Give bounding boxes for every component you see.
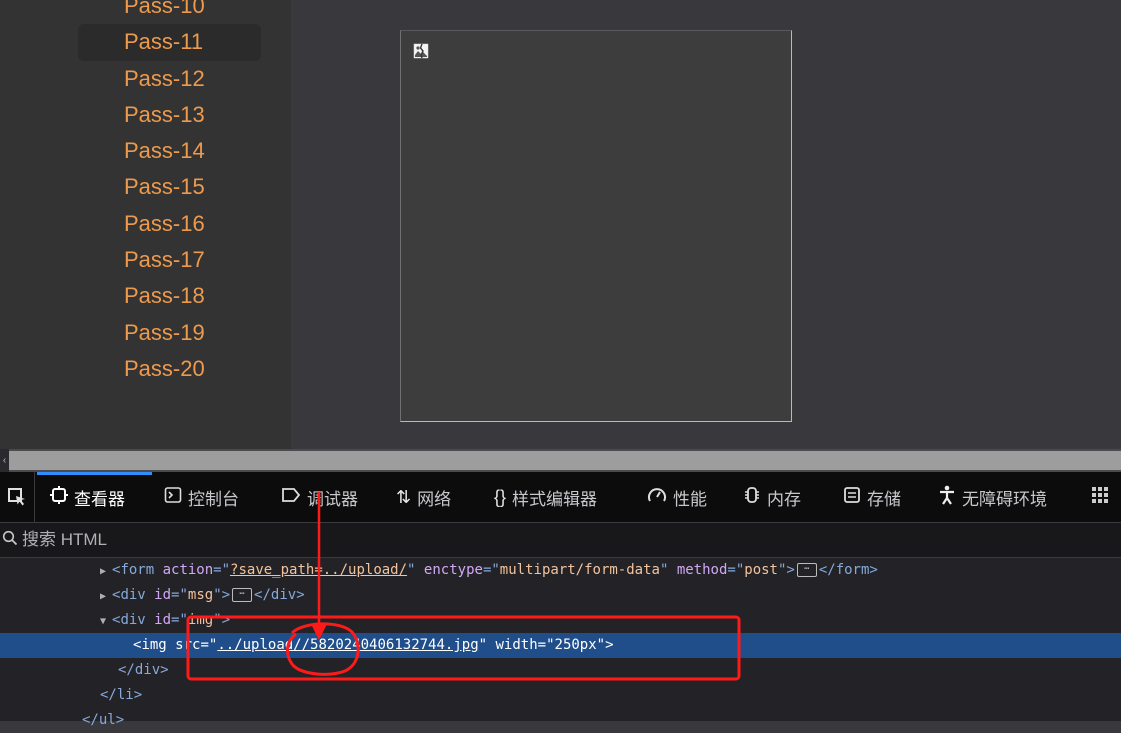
attr-value: post <box>744 562 778 578</box>
uploaded-image-frame <box>400 30 792 422</box>
grid-menu-icon <box>1090 485 1110 510</box>
horizontal-scrollbar[interactable]: ‹ <box>0 449 1121 472</box>
nav-item-pass-15[interactable]: Pass-15 <box>78 169 261 205</box>
markup-tree: ▶ <form action="?save_path=../upload/" en… <box>0 558 1121 728</box>
devtools-panel: 查看器 控制台 调试器 ⇅ 网络 {} 样式编辑器 性能 内存 存储 无障碍环境… <box>0 472 1121 728</box>
performance-icon <box>647 486 667 509</box>
attr-value: multipart/form-data <box>499 562 660 578</box>
nav-item-pass-20[interactable]: Pass-20 <box>78 351 261 387</box>
closing-tag: </li> <box>100 687 143 703</box>
broken-image-icon <box>413 43 429 59</box>
closing-tag: </div> <box>118 662 169 678</box>
tab-style-editor[interactable]: {} 样式编辑器 <box>494 472 597 522</box>
style-editor-icon: {} <box>494 486 507 507</box>
tab-label: 性能 <box>673 489 707 509</box>
memory-icon <box>743 486 761 509</box>
tab-label: 内存 <box>767 489 801 509</box>
attr-value: 250px <box>554 637 597 653</box>
tab-performance[interactable]: 性能 <box>647 472 707 522</box>
nav-item-pass-12[interactable]: Pass-12 <box>78 61 261 97</box>
tab-accessibility[interactable]: 无障碍环境 <box>938 472 1047 522</box>
tag-name: form <box>120 562 155 578</box>
nav-item-pass-11[interactable]: Pass-11 <box>78 24 261 61</box>
console-icon <box>164 486 182 509</box>
devtools-toolbar: 查看器 控制台 调试器 ⇅ 网络 {} 样式编辑器 性能 内存 存储 无障碍环境 <box>0 472 1121 523</box>
tab-storage[interactable]: 存储 <box>843 472 901 522</box>
tab-console[interactable]: 控制台 <box>164 472 239 522</box>
collapsed-content-icon[interactable]: ⋯ <box>232 588 253 602</box>
attr-value-link[interactable]: ?save_path=../upload/ <box>230 562 407 578</box>
tab-debugger[interactable]: 调试器 <box>281 472 358 522</box>
nav-item-pass-13[interactable]: Pass-13 <box>78 97 261 133</box>
nav-item-pass-19[interactable]: Pass-19 <box>78 315 261 351</box>
accessibility-icon <box>938 485 956 510</box>
nav-item-pass-10[interactable]: Pass-10 <box>78 0 261 24</box>
attr-value: img <box>187 612 214 628</box>
attr-name: method <box>676 562 728 578</box>
tab-label: 无障碍环境 <box>962 489 1047 509</box>
element-picker-button[interactable] <box>0 472 35 522</box>
expand-arrow-icon[interactable]: ▶ <box>100 584 112 609</box>
markup-node-form[interactable]: ▶ <form action="?save_path=../upload/" en… <box>0 558 1121 583</box>
closing-tag: </ul> <box>82 712 125 728</box>
search-html-input[interactable] <box>22 530 422 550</box>
tag-name: img <box>141 637 167 653</box>
markup-node-img-selected[interactable]: <img src="../upload//5820240406132744.jp… <box>0 633 1121 658</box>
scrollbar-thumb[interactable] <box>9 451 1121 470</box>
markup-node-img-div[interactable]: ▼ <div id="img"> <box>0 608 1121 633</box>
tab-label: 查看器 <box>74 489 125 509</box>
tab-label: 调试器 <box>307 489 358 509</box>
nav-item-pass-17[interactable]: Pass-17 <box>78 242 261 278</box>
storage-icon <box>843 486 861 509</box>
scroll-left-arrow-icon[interactable]: ‹ <box>0 449 9 472</box>
nav-panel: Pass-10 Pass-11 Pass-12 Pass-13 Pass-14 … <box>0 0 291 449</box>
tab-label: 存储 <box>867 489 901 509</box>
attr-name: width <box>495 637 538 653</box>
search-icon <box>2 530 18 551</box>
closing-tag-name: div <box>270 587 297 603</box>
tab-inspector[interactable]: 查看器 <box>50 472 125 522</box>
attr-name: enctype <box>423 562 483 578</box>
expand-arrow-icon[interactable]: ▶ <box>100 559 112 584</box>
markup-node-msg[interactable]: ▶ <div id="msg"> ⋯ </div> <box>0 583 1121 608</box>
nav-item-pass-16[interactable]: Pass-16 <box>78 206 261 242</box>
tab-network[interactable]: ⇅ 网络 <box>396 472 451 522</box>
page-viewport: Pass-10 Pass-11 Pass-12 Pass-13 Pass-14 … <box>0 0 1121 449</box>
nav-item-pass-18[interactable]: Pass-18 <box>78 278 261 314</box>
html-search-bar <box>0 523 1121 558</box>
collapse-arrow-icon[interactable]: ▼ <box>100 609 112 634</box>
markup-close-div[interactable]: </div> <box>0 658 1121 683</box>
attr-name: id <box>154 587 172 603</box>
nav-item-pass-14[interactable]: Pass-14 <box>78 133 261 169</box>
attr-name: src <box>175 637 201 653</box>
tag-name: div <box>120 587 146 603</box>
pass-list: Pass-10 Pass-11 Pass-12 Pass-13 Pass-14 … <box>78 0 261 387</box>
more-tools-button[interactable] <box>1090 472 1116 522</box>
attr-name: id <box>154 612 172 628</box>
tab-label: 网络 <box>417 489 452 509</box>
attr-value: msg <box>187 587 214 603</box>
collapsed-content-icon[interactable]: ⋯ <box>796 563 817 577</box>
tab-label: 样式编辑器 <box>512 489 598 509</box>
element-picker-icon <box>8 488 25 506</box>
network-icon: ⇅ <box>396 486 412 507</box>
markup-close-li[interactable]: </li> <box>0 683 1121 708</box>
tab-label: 控制台 <box>188 489 239 509</box>
tag-name: div <box>120 612 146 628</box>
attr-name: action <box>162 562 214 578</box>
attr-value-link[interactable]: ../upload//5820240406132744.jpg <box>217 637 478 653</box>
closing-tag-name: form <box>835 562 870 578</box>
tab-memory[interactable]: 内存 <box>743 472 801 522</box>
inspector-icon <box>50 485 68 509</box>
debugger-icon <box>281 486 301 509</box>
